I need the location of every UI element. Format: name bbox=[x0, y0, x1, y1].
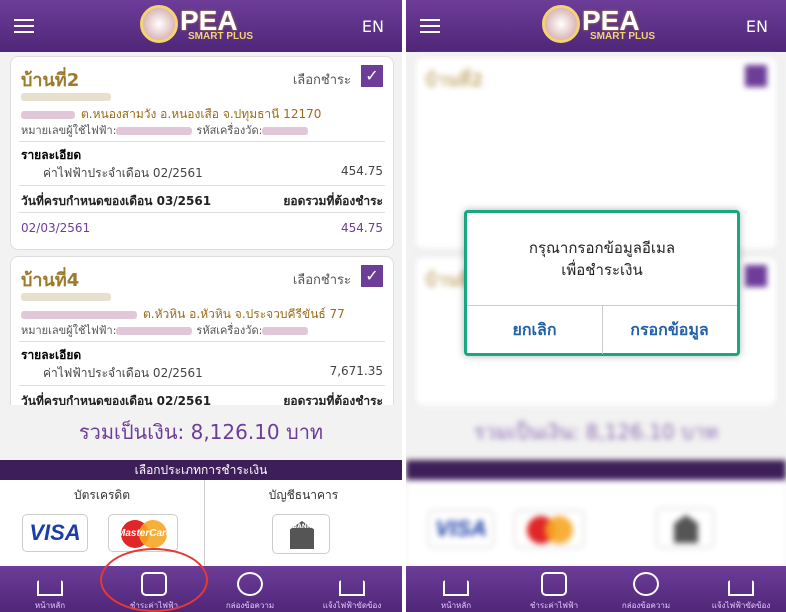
message-icon bbox=[237, 572, 263, 596]
message-icon bbox=[633, 572, 659, 596]
home-icon bbox=[37, 572, 63, 596]
pea-logo: PEA SMART PLUS bbox=[542, 5, 662, 47]
bill-month: ค่าไฟฟ้าประจำเดือน 02/2561 bbox=[43, 366, 203, 380]
total-summary: รวมเป็นเงิน: 8,126.10 บาท bbox=[0, 405, 402, 460]
select-pay-label: เลือกชำระ bbox=[292, 73, 351, 88]
highlight-circle bbox=[100, 548, 208, 612]
cancel-button[interactable]: ยกเลิก bbox=[467, 306, 602, 354]
language-toggle[interactable]: EN bbox=[746, 17, 768, 36]
dialog-message: กรุณากรอกข้อมูลอีเมล เพื่อชำระเงิน bbox=[528, 239, 676, 279]
mastercard-button[interactable]: MasterCard bbox=[108, 514, 178, 552]
app-header: PEA SMART PLUS EN bbox=[406, 0, 786, 52]
bank-section: บัญชีธนาคาร BANK bbox=[205, 480, 402, 566]
bill-month: ค่าไฟฟ้าประจำเดือน 02/2561 bbox=[43, 166, 203, 180]
right-screen: PEA SMART PLUS EN บ้านที่2 บ้านที่4 รวมเป… bbox=[406, 0, 786, 612]
nav-report[interactable]: แจ้งไฟฟ้าขัดข้อง bbox=[691, 566, 786, 612]
due-date: 02/03/2561 bbox=[21, 221, 91, 235]
house-name: บ้านที่2 bbox=[21, 70, 80, 91]
detail-heading: รายละเอียด bbox=[21, 148, 82, 162]
power-icon bbox=[339, 572, 365, 596]
checkbox[interactable]: ✓ bbox=[361, 65, 383, 87]
bottom-nav: หน้าหลัก ชำระค่าไฟฟ้า กล่องข้อความ แจ้งไ… bbox=[406, 566, 786, 612]
language-toggle[interactable]: EN bbox=[362, 17, 384, 36]
total-label: ยอดรวมที่ต้องชำระ bbox=[283, 194, 383, 208]
wallet-icon bbox=[541, 572, 567, 596]
bill-list[interactable]: บ้านที่2 เลือกชำระ ✓ ต.หนองสามวัง อ.หนอง… bbox=[0, 52, 402, 405]
bank-button[interactable]: BANK bbox=[272, 514, 330, 554]
nav-pay[interactable]: ชำระค่าไฟฟ้า bbox=[504, 566, 604, 612]
fill-info-button[interactable]: กรอกข้อมูล bbox=[602, 306, 737, 354]
pea-logo: PEA SMART PLUS bbox=[140, 5, 260, 47]
meter-info: หมายเลขผู้ใช้ไฟฟ้า: รหัสเครื่องวัด: bbox=[21, 121, 312, 139]
due-label: วันที่ครบกำหนดของเดือน 03/2561 bbox=[21, 194, 212, 208]
app-header: PEA SMART PLUS EN bbox=[0, 0, 402, 52]
power-icon bbox=[728, 572, 754, 596]
nav-inbox[interactable]: กล่องข้อความ bbox=[596, 566, 696, 612]
pay-amount: 454.75 bbox=[341, 221, 383, 235]
bill-card[interactable]: บ้านที่2 เลือกชำระ ✓ ต.หนองสามวัง อ.หนอง… bbox=[10, 56, 394, 250]
nav-home[interactable]: หน้าหลัก bbox=[0, 566, 100, 612]
home-icon bbox=[443, 572, 469, 596]
total-label: ยอดรวมที่ต้องชำระ bbox=[283, 394, 383, 405]
visa-button[interactable]: VISA bbox=[22, 514, 88, 552]
email-dialog: กรุณากรอกข้อมูลอีเมล เพื่อชำระเงิน ยกเลิก… bbox=[464, 210, 740, 356]
bill-card[interactable]: บ้านที่4 เลือกชำระ ✓ ต.หัวหิน อ.หัวหิน จ… bbox=[10, 256, 394, 405]
left-screen: PEA SMART PLUS EN บ้านที่2 เลือกชำระ ✓ ต.… bbox=[0, 0, 402, 612]
payment-type-heading: เลือกประเภทการชำระเงิน bbox=[0, 460, 402, 480]
menu-icon[interactable] bbox=[14, 15, 34, 35]
nav-home[interactable]: หน้าหลัก bbox=[406, 566, 506, 612]
bill-amount: 7,671.35 bbox=[329, 364, 383, 378]
meter-info: หมายเลขผู้ใช้ไฟฟ้า: รหัสเครื่องวัด: bbox=[21, 321, 312, 339]
nav-inbox[interactable]: กล่องข้อความ bbox=[200, 566, 300, 612]
menu-icon[interactable] bbox=[420, 15, 440, 35]
checkbox[interactable]: ✓ bbox=[361, 265, 383, 287]
owner-name-redacted bbox=[21, 293, 111, 301]
due-label: วันที่ครบกำหนดของเดือน 02/2561 bbox=[21, 394, 212, 405]
owner-name-redacted bbox=[21, 93, 111, 101]
house-name: บ้านที่4 bbox=[21, 270, 80, 291]
detail-heading: รายละเอียด bbox=[21, 348, 82, 362]
bill-amount: 454.75 bbox=[341, 164, 383, 178]
select-pay-label: เลือกชำระ bbox=[292, 273, 351, 288]
nav-report[interactable]: แจ้งไฟฟ้าขัดข้อง bbox=[302, 566, 402, 612]
